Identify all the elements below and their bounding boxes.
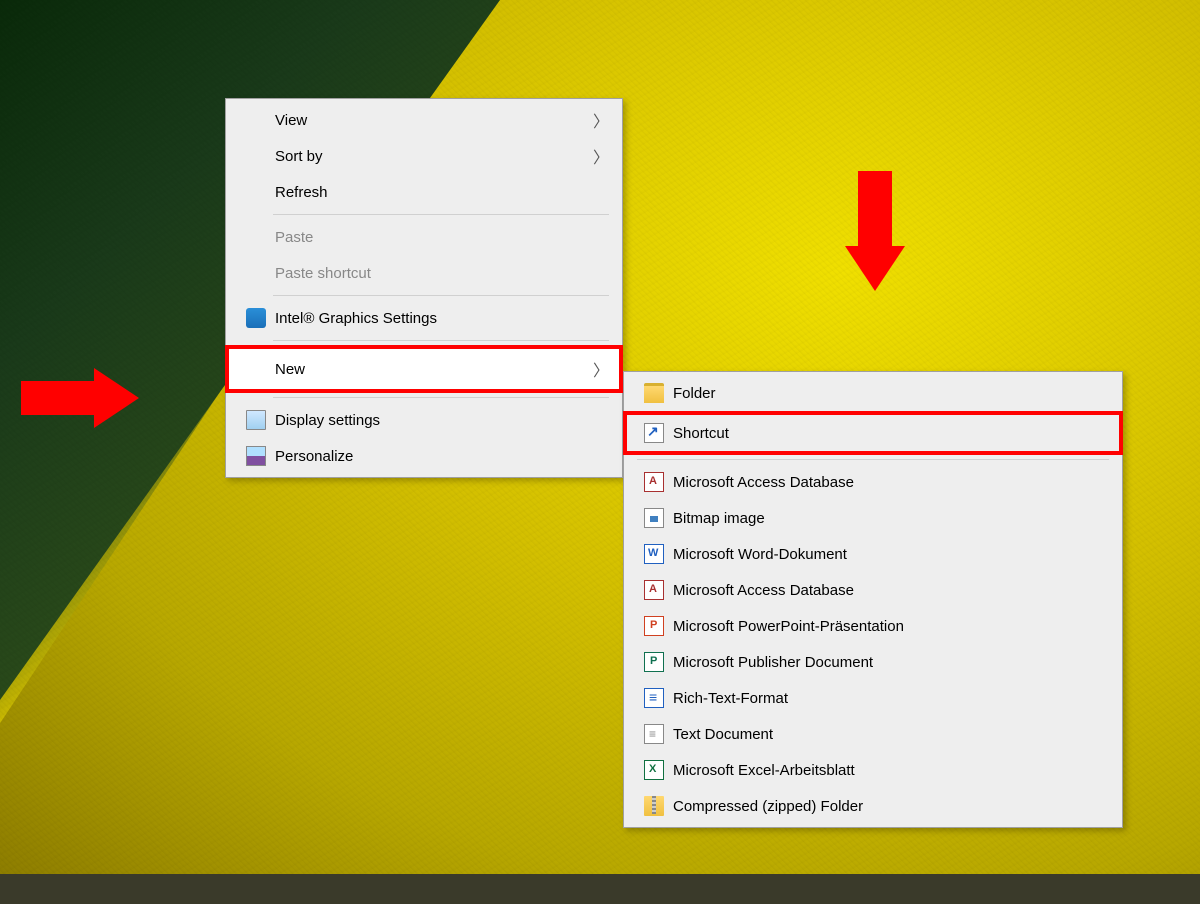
bitmap-icon (644, 508, 664, 528)
menu-item-new-word-document[interactable]: Microsoft Word-Dokument (627, 536, 1119, 572)
menu-item-new-compressed-folder[interactable]: Compressed (zipped) Folder (627, 788, 1119, 824)
menu-item-intel-graphics[interactable]: Intel® Graphics Settings (229, 300, 619, 336)
publisher-icon (644, 652, 664, 672)
menu-item-new-publisher[interactable]: Microsoft Publisher Document (627, 644, 1119, 680)
submenu-arrow-icon: 〉 (591, 144, 611, 168)
menu-item-new-excel[interactable]: Microsoft Excel-Arbeitsblatt (627, 752, 1119, 788)
menu-separator (273, 340, 609, 341)
desktop-context-menu: View 〉 Sort by 〉 Refresh Paste Paste sho… (225, 98, 623, 478)
menu-label: Paste shortcut (275, 265, 591, 282)
menu-label: Microsoft Excel-Arbeitsblatt (673, 762, 1111, 779)
menu-item-view[interactable]: View 〉 (229, 102, 619, 138)
menu-label: View (275, 112, 591, 129)
menu-label: Folder (673, 385, 1111, 402)
menu-label: Intel® Graphics Settings (275, 310, 591, 327)
menu-item-new-folder[interactable]: Folder (627, 375, 1119, 411)
menu-label: Personalize (275, 448, 591, 465)
menu-item-new-bitmap[interactable]: Bitmap image (627, 500, 1119, 536)
menu-label: New (275, 361, 591, 378)
annotation-arrow-down (845, 246, 905, 291)
menu-item-new-shortcut[interactable]: Shortcut (623, 411, 1123, 455)
menu-label: Compressed (zipped) Folder (673, 798, 1111, 815)
menu-item-new[interactable]: New 〉 (225, 345, 623, 393)
menu-label: Paste (275, 229, 591, 246)
menu-label: Microsoft PowerPoint-Präsentation (673, 618, 1111, 635)
text-icon (644, 724, 664, 744)
menu-label: Bitmap image (673, 510, 1111, 527)
display-icon (246, 410, 266, 430)
powerpoint-icon (644, 616, 664, 636)
menu-item-paste-shortcut: Paste shortcut (229, 255, 619, 291)
menu-item-display-settings[interactable]: Display settings (229, 402, 619, 438)
menu-item-new-rtf[interactable]: Rich-Text-Format (627, 680, 1119, 716)
menu-label: Shortcut (673, 425, 1111, 442)
menu-item-refresh[interactable]: Refresh (229, 174, 619, 210)
menu-separator (637, 459, 1109, 460)
personalize-icon (246, 446, 266, 466)
rtf-icon (644, 688, 664, 708)
menu-item-new-text-document[interactable]: Text Document (627, 716, 1119, 752)
menu-label: Microsoft Word-Dokument (673, 546, 1111, 563)
shortcut-icon (644, 423, 664, 443)
menu-separator (273, 214, 609, 215)
new-submenu: Folder Shortcut Microsoft Access Databas… (623, 371, 1123, 828)
menu-item-new-powerpoint[interactable]: Microsoft PowerPoint-Präsentation (627, 608, 1119, 644)
access-icon (644, 472, 664, 492)
menu-label: Microsoft Publisher Document (673, 654, 1111, 671)
menu-label: Sort by (275, 148, 591, 165)
menu-label: Rich-Text-Format (673, 690, 1111, 707)
menu-item-new-access-database[interactable]: Microsoft Access Database (627, 464, 1119, 500)
zip-icon (644, 796, 664, 816)
menu-separator (273, 295, 609, 296)
menu-label: Refresh (275, 184, 591, 201)
word-icon (644, 544, 664, 564)
menu-item-sort-by[interactable]: Sort by 〉 (229, 138, 619, 174)
annotation-arrow-right (94, 368, 139, 428)
menu-item-paste: Paste (229, 219, 619, 255)
menu-item-personalize[interactable]: Personalize (229, 438, 619, 474)
menu-label: Text Document (673, 726, 1111, 743)
menu-label: Microsoft Access Database (673, 582, 1111, 599)
excel-icon (644, 760, 664, 780)
menu-label: Microsoft Access Database (673, 474, 1111, 491)
submenu-arrow-icon: 〉 (591, 108, 611, 132)
desktop-background-bottom (0, 874, 1200, 904)
menu-item-new-access-database-2[interactable]: Microsoft Access Database (627, 572, 1119, 608)
menu-separator (273, 397, 609, 398)
submenu-arrow-icon: 〉 (591, 357, 611, 381)
access-icon (644, 580, 664, 600)
folder-icon (644, 383, 664, 403)
menu-label: Display settings (275, 412, 591, 429)
intel-icon (246, 308, 266, 328)
